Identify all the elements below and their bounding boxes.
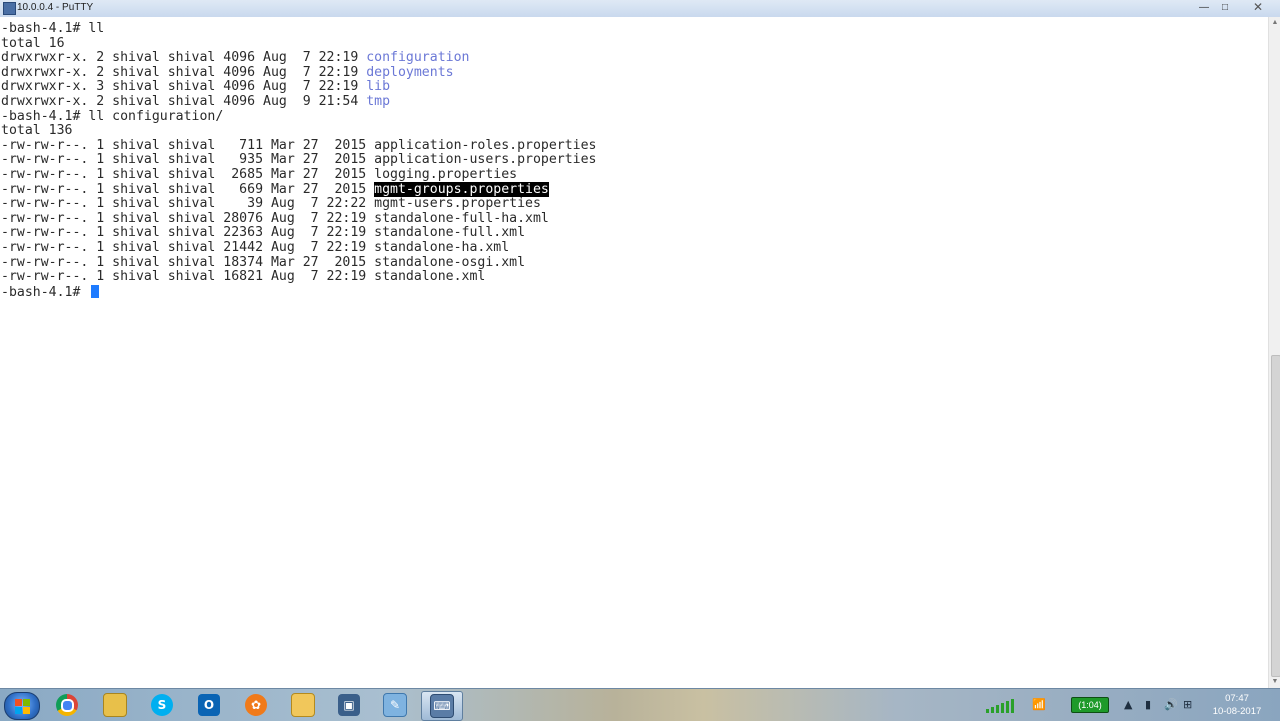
putty-icon: ⌨ [430, 694, 454, 718]
file-attributes: -rw-rw-r--. 1 shival shival 711 Mar 27 2… [1, 137, 375, 153]
putty-taskbar-button[interactable]: ⌨ [421, 691, 463, 721]
power-icon[interactable]: ▮ [1145, 698, 1151, 711]
scroll-thumb[interactable] [1271, 355, 1280, 677]
file-attributes: -rw-rw-r--. 1 shival shival 18374 Mar 27… [1, 254, 375, 270]
file-attributes: -rw-rw-r--. 1 shival shival 935 Mar 27 2… [1, 152, 375, 168]
file-name[interactable]: mgmt-users.properties [374, 196, 541, 211]
selected-file-name[interactable]: mgmt-groups.properties [374, 181, 549, 197]
window-titlebar[interactable]: 10.0.0.4 - PuTTY — □ ✕ [0, 0, 1280, 18]
chrome-icon [56, 694, 78, 716]
skype-taskbar-button[interactable]: S [142, 691, 182, 719]
network-icon[interactable]: ⊞ [1183, 698, 1192, 711]
window-title: 10.0.0.4 - PuTTY [17, 2, 94, 13]
terminal-output[interactable]: -bash-4.1# ll total 16 drwxrwxr-x. 2 shiva… [0, 17, 1268, 688]
maximize-button[interactable]: □ [1217, 1, 1233, 14]
clock-date: 10-08-2017 [1212, 706, 1262, 717]
notepad-taskbar-button[interactable]: ✎ [375, 691, 415, 719]
file-attributes: -rw-rw-r--. 1 shival shival 22363 Aug 7 … [1, 225, 375, 241]
terminal-line: -rw-rw-r--. 1 shival shival 22363 Aug 7 … [1, 226, 525, 241]
terminal-line: drwxrwxr-x. 2 shival shival 4096 Aug 7 2… [1, 50, 469, 66]
file-name[interactable]: standalone-full.xml [374, 225, 525, 241]
file-attributes: -rw-rw-r--. 1 shival shival 669 Mar 27 2… [1, 181, 375, 197]
orange-flower-icon: ✿ [245, 694, 267, 716]
terminal-line: -rw-rw-r--. 1 shival shival 21442 Aug 7 … [1, 240, 509, 256]
terminal-line: -rw-rw-r--. 1 shival shival 669 Mar 27 2… [1, 181, 549, 198]
terminal-line: drwxrwxr-x. 2 shival shival 4096 Aug 7 2… [1, 64, 454, 81]
scroll-up-arrow-icon[interactable]: ▲ [1269, 17, 1280, 29]
vmware-taskbar-button[interactable]: ▣ [329, 691, 369, 719]
terminal-line-text: -bash-4.1# [1, 284, 89, 300]
outlook-taskbar-button[interactable]: O [189, 691, 229, 719]
file-attributes: -rw-rw-r--. 1 shival shival 16821 Aug 7 … [1, 269, 375, 285]
volume-icon[interactable]: 🔊 [1164, 698, 1178, 711]
app-taskbar-button[interactable]: ✿ [236, 691, 276, 719]
show-hidden-icons-icon[interactable]: ▲ [1124, 698, 1132, 711]
terminal-line: drwxrwxr-x. 3 shival shival 4096 Aug 7 2… [1, 80, 390, 95]
network-signal-icon[interactable] [984, 697, 1020, 713]
terminal-line: total 16 [1, 35, 65, 52]
file-attributes: drwxrwxr-x. 2 shival shival 4096 Aug 7 2… [1, 64, 367, 80]
terminal-line-text: -bash-4.1# ll [1, 21, 105, 36]
skype-icon: S [151, 694, 173, 716]
terminal-line: -bash-4.1# [1, 284, 100, 300]
terminal-line: -rw-rw-r--. 1 shival shival 2685 Mar 27 … [1, 167, 517, 183]
windows-logo-icon [15, 699, 30, 714]
minimize-button[interactable]: — [1196, 1, 1212, 14]
file-attributes: drwxrwxr-x. 2 shival shival 4096 Aug 7 2… [1, 50, 367, 66]
file-attributes: -rw-rw-r--. 1 shival shival 21442 Aug 7 … [1, 240, 375, 255]
terminal-line: -rw-rw-r--. 1 shival shival 28076 Aug 7 … [1, 210, 549, 227]
file-name[interactable]: application-users.properties [374, 152, 596, 168]
terminal-cursor [91, 284, 100, 298]
directory-name[interactable]: tmp [366, 94, 390, 109]
explorer-taskbar-button[interactable] [95, 691, 135, 719]
notepad-icon: ✎ [383, 693, 407, 717]
terminal-line: -bash-4.1# ll [1, 21, 105, 37]
close-button[interactable]: ✕ [1238, 1, 1278, 14]
terminal-line: drwxrwxr-x. 2 shival shival 4096 Aug 9 2… [1, 94, 390, 110]
outlook-icon: O [198, 694, 220, 716]
file-attributes: drwxrwxr-x. 2 shival shival 4096 Aug 9 2… [1, 94, 367, 109]
clock-time: 07:47 [1225, 693, 1249, 704]
terminal-line-text: total 136 [1, 123, 73, 139]
file-attributes: drwxrwxr-x. 3 shival shival 4096 Aug 7 2… [1, 79, 367, 95]
battery-indicator[interactable]: (1:04) [1071, 697, 1109, 713]
taskbar: S O ✿ ▣ ✎ ⌨ 📶 (1:04) ▲ ▮ 🔊 ⊞ 07:47 10-08… [0, 688, 1280, 721]
terminal-line: -rw-rw-r--. 1 shival shival 16821 Aug 7 … [1, 269, 485, 285]
folder-icon [291, 693, 315, 717]
directory-name[interactable]: deployments [366, 65, 453, 80]
explorer-icon [103, 693, 127, 717]
putty-app-icon[interactable] [3, 2, 16, 15]
terminal-line-text: -bash-4.1# ll configuration/ [1, 108, 224, 124]
terminal-line-text: total 16 [1, 35, 65, 51]
terminal-line: -rw-rw-r--. 1 shival shival 711 Mar 27 2… [1, 137, 596, 154]
file-name[interactable]: standalone-osgi.xml [374, 255, 525, 270]
terminal-line: -rw-rw-r--. 1 shival shival 935 Mar 27 2… [1, 153, 596, 168]
terminal-line: -rw-rw-r--. 1 shival shival 39 Aug 7 22:… [1, 196, 541, 212]
cube-icon: ▣ [338, 694, 360, 716]
terminal-line: total 136 [1, 123, 73, 139]
file-name[interactable]: standalone.xml [374, 269, 485, 284]
wireless-icon[interactable]: 📶 [1032, 698, 1046, 711]
file-name[interactable]: standalone-ha.xml [374, 240, 509, 255]
file-name[interactable]: standalone-full-ha.xml [374, 211, 549, 226]
folder-taskbar-button[interactable] [283, 691, 323, 719]
file-attributes: -rw-rw-r--. 1 shival shival 39 Aug 7 22:… [1, 196, 375, 212]
directory-name[interactable]: configuration [366, 50, 469, 65]
file-name[interactable]: application-roles.properties [374, 138, 596, 153]
file-attributes: -rw-rw-r--. 1 shival shival 2685 Mar 27 … [1, 167, 375, 182]
file-name[interactable]: logging.properties [374, 167, 517, 182]
terminal-line: -rw-rw-r--. 1 shival shival 18374 Mar 27… [1, 254, 525, 271]
chrome-taskbar-button[interactable] [47, 691, 87, 719]
start-button[interactable] [4, 692, 40, 720]
terminal-line: -bash-4.1# ll configuration/ [1, 108, 224, 125]
file-attributes: -rw-rw-r--. 1 shival shival 28076 Aug 7 … [1, 210, 375, 226]
directory-name[interactable]: lib [366, 79, 390, 95]
scroll-down-arrow-icon[interactable]: ▼ [1269, 676, 1280, 688]
system-clock[interactable]: 07:47 10-08-2017 [1198, 692, 1276, 718]
vertical-scrollbar[interactable]: ▲ ▼ [1268, 17, 1280, 688]
